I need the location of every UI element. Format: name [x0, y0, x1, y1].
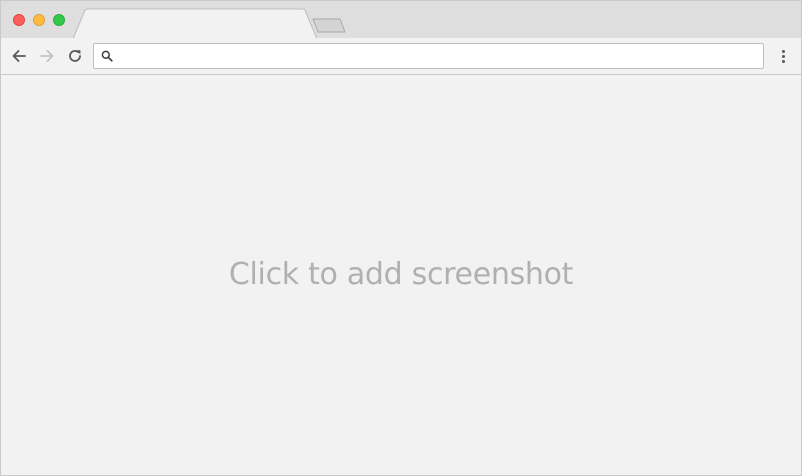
new-tab-button[interactable]: [312, 18, 346, 33]
menu-button[interactable]: [775, 46, 791, 66]
search-icon: [101, 50, 113, 62]
address-input[interactable]: [120, 46, 754, 68]
toolbar: [1, 38, 801, 75]
kebab-menu-icon: [781, 49, 785, 53]
active-tab[interactable]: [72, 8, 318, 39]
arrow-left-icon: [12, 50, 26, 62]
tab-shapes: [72, 8, 346, 39]
reload-button[interactable]: [65, 46, 85, 66]
address-bar[interactable]: [93, 43, 764, 69]
tab-strip: [1, 1, 801, 39]
forward-button[interactable]: [37, 46, 57, 66]
browser-window: Click to add screenshot: [0, 0, 802, 476]
arrow-right-icon: [40, 50, 54, 62]
reload-icon: [69, 50, 81, 62]
back-button[interactable]: [9, 46, 29, 66]
add-screenshot-label: Click to add screenshot: [228, 256, 574, 292]
screenshot-drop-area[interactable]: Click to add screenshot: [1, 75, 801, 475]
